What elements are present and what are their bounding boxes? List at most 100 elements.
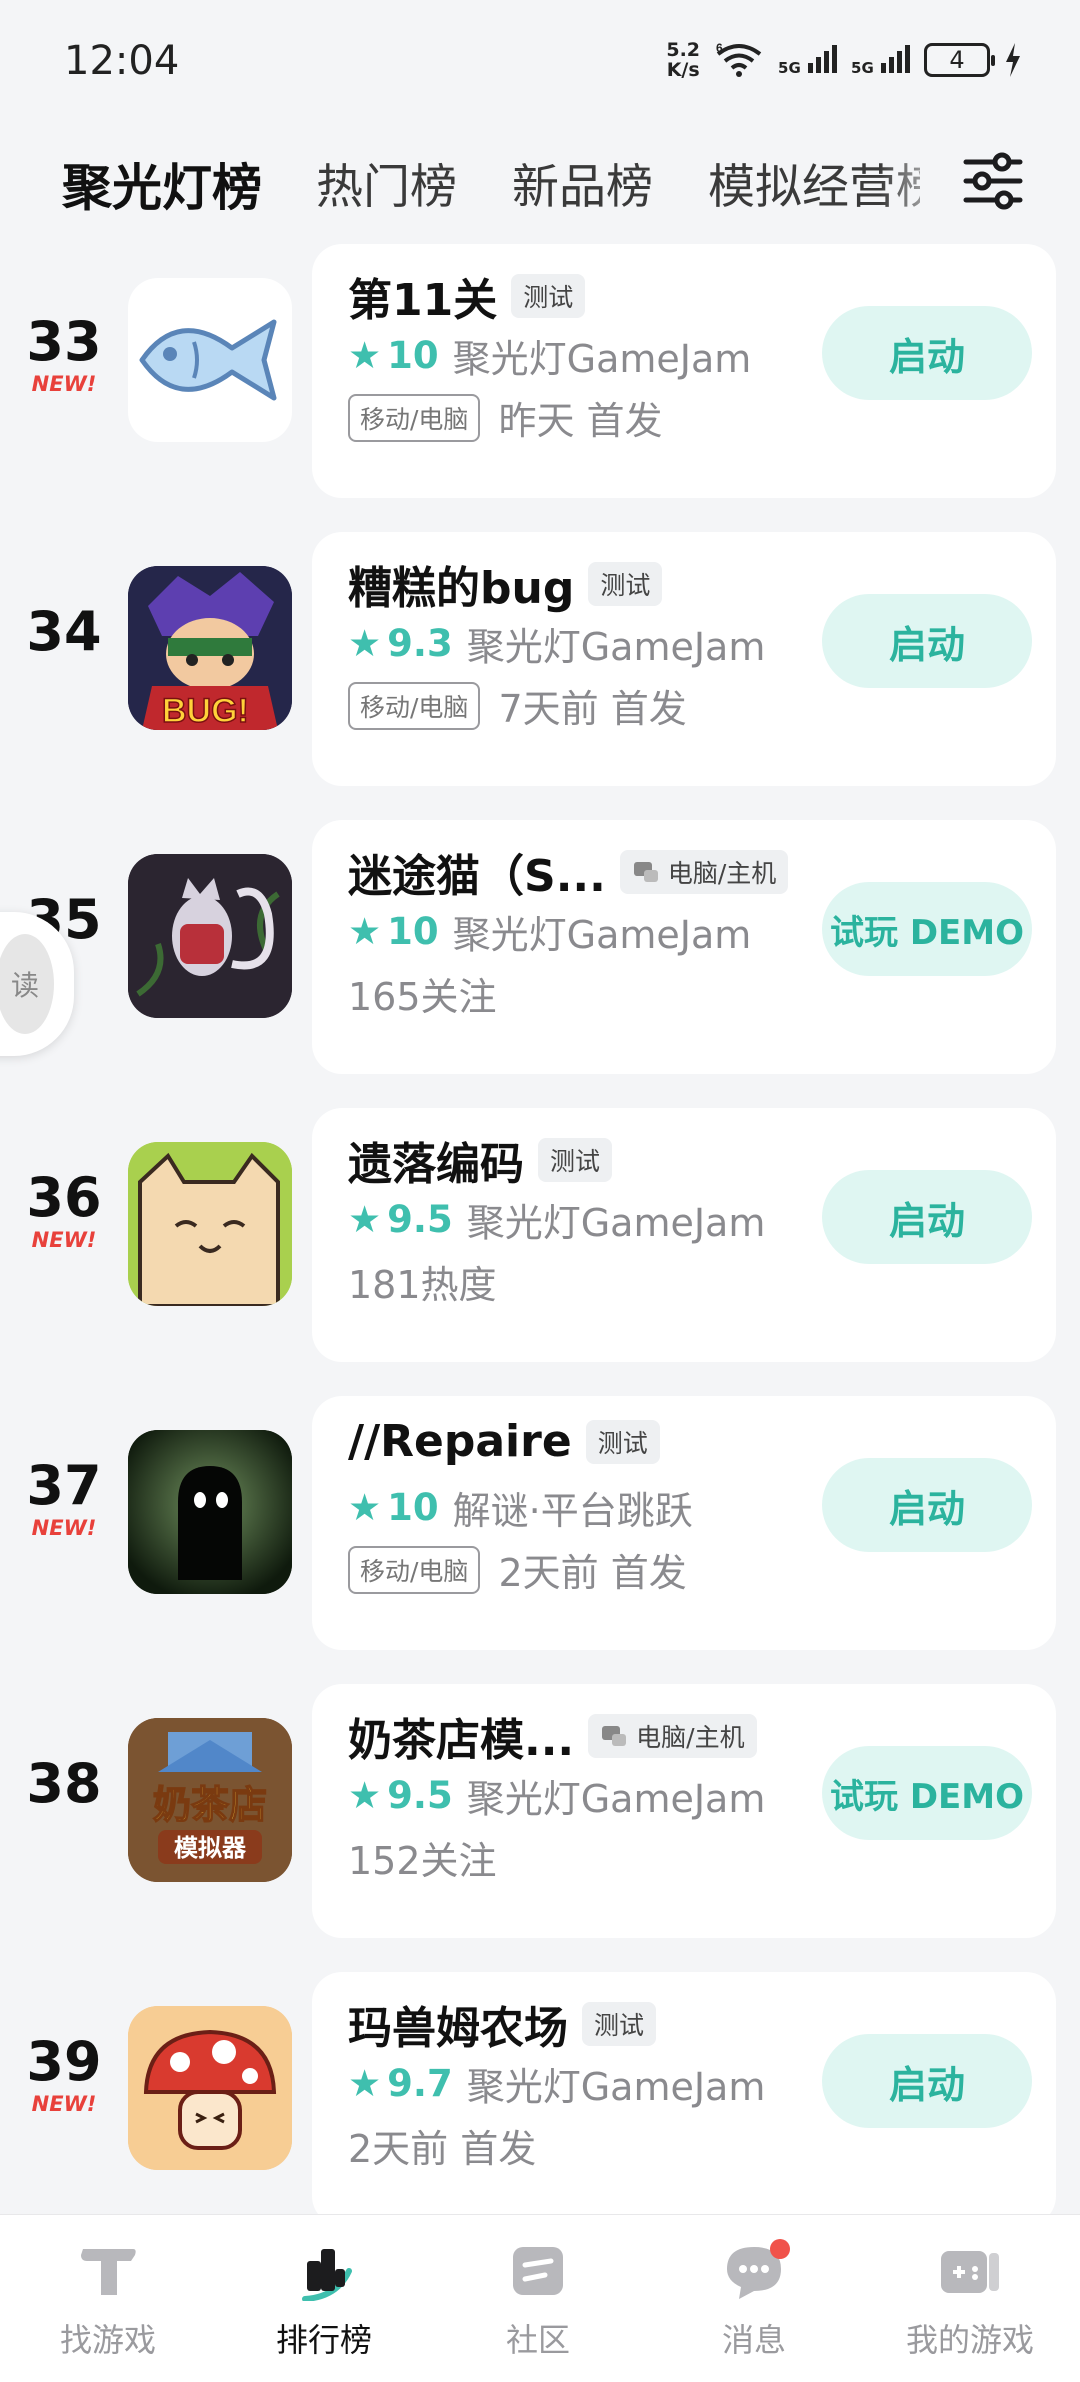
- test-badge: 测试: [582, 2002, 657, 2046]
- game-title: 第11关: [348, 275, 498, 326]
- game-card[interactable]: 遗落编码 测试 ★ 9.5 聚光灯GameJam 181热度 启动: [312, 1108, 1056, 1362]
- launch-button[interactable]: 启动: [822, 1458, 1032, 1552]
- svg-text:6: 6: [716, 42, 723, 55]
- game-card[interactable]: 奶茶店模... 电脑/主机 ★ 9.5 聚光灯GameJam 152关注 试玩 D…: [312, 1684, 1056, 1938]
- game-title: 玛兽姆农场: [348, 2003, 568, 2054]
- my-games-icon: [941, 2251, 999, 2293]
- rating: ★ 9.5: [348, 1198, 453, 1241]
- list-item[interactable]: 第11关 测试 ★ 10 聚光灯GameJam 移动/电脑 昨天 首发 启动 33…: [0, 244, 1080, 536]
- game-category: 聚光灯GameJam: [466, 2065, 766, 2109]
- network-speed: 5.2 K/s: [666, 39, 701, 81]
- followers-info: 152关注: [348, 1839, 497, 1883]
- tab-new[interactable]: 新品榜: [512, 148, 653, 217]
- release-info: 7天前 首发: [498, 687, 687, 731]
- platform-tag: 移动/电脑: [348, 1545, 481, 1594]
- game-category: 解谜·平台跳跃: [452, 1489, 693, 1533]
- demo-button[interactable]: 试玩 DEMO: [822, 1746, 1032, 1840]
- community-icon: [513, 2247, 563, 2295]
- svg-text:奶茶店: 奶茶店: [153, 1783, 267, 1827]
- game-card[interactable]: 糟糕的bug 测试 ★ 9.3 聚光灯GameJam 移动/电脑 7天前 首发 启…: [312, 532, 1056, 786]
- star-icon: ★: [348, 910, 382, 953]
- lost-cat-icon[interactable]: [128, 854, 292, 1018]
- console-icon: [633, 862, 658, 882]
- game-category: 聚光灯GameJam: [452, 337, 752, 381]
- game-title: //Repaire: [348, 1416, 572, 1467]
- find-games-icon: [81, 2249, 136, 2295]
- launch-button[interactable]: 启动: [822, 1170, 1032, 1264]
- rating: ★ 9.3: [348, 622, 453, 665]
- game-card[interactable]: 迷途猫（S... 电脑/主机 ★ 10 聚光灯GameJam 165关注 试玩 D…: [312, 820, 1056, 1074]
- rating: ★ 9.5: [348, 1774, 453, 1817]
- fish-icon[interactable]: [128, 278, 292, 442]
- platform-badge: 电脑/主机: [588, 1714, 757, 1758]
- cat-face-icon[interactable]: [128, 1142, 292, 1306]
- heat-info: 181热度: [348, 1263, 497, 1307]
- list-item[interactable]: 奶茶店模... 电脑/主机 ★ 9.5 聚光灯GameJam 152关注 试玩 D…: [0, 1684, 1080, 1976]
- release-info: 2天前 首发: [498, 1551, 687, 1595]
- ranking-icon: [302, 2249, 352, 2301]
- tab-hot[interactable]: 热门榜: [316, 148, 457, 217]
- nav-find-games[interactable]: 找游戏: [28, 2241, 188, 2361]
- mushroom-icon[interactable]: [128, 2006, 292, 2170]
- new-tag: NEW!: [31, 372, 97, 396]
- star-icon: ★: [348, 2062, 382, 2105]
- bug-hero-icon[interactable]: BUG!: [128, 566, 292, 730]
- charging-icon: [1006, 43, 1020, 77]
- bottom-nav: 找游戏 排行榜 社区 消息 我的游戏: [0, 2214, 1080, 2382]
- launch-button[interactable]: 启动: [822, 306, 1032, 400]
- star-icon: ★: [348, 1198, 382, 1241]
- rank-number: 33: [26, 310, 102, 373]
- list-item[interactable]: //Repaire 测试 ★ 10 解谜·平台跳跃 移动/电脑 2天前 首发 启动…: [0, 1396, 1080, 1688]
- platform-badge: 电脑/主机: [619, 850, 789, 894]
- platform-tag: 移动/电脑: [348, 681, 481, 730]
- read-icon: 读: [0, 934, 54, 1034]
- star-icon: ★: [348, 1486, 382, 1529]
- battery-icon: 4: [924, 43, 995, 77]
- new-tag: NEW!: [31, 1516, 97, 1540]
- game-title: 奶茶店模...: [348, 1715, 575, 1766]
- platform-tag: 移动/电脑: [348, 393, 481, 442]
- game-category: 聚光灯GameJam: [452, 913, 752, 957]
- ranking-tabs: 聚光灯榜 热门榜 新品榜 模拟经营榜: [0, 128, 1080, 248]
- game-card[interactable]: 第11关 测试 ★ 10 聚光灯GameJam 移动/电脑 昨天 首发 启动: [312, 244, 1056, 498]
- sliders-icon[interactable]: [960, 148, 1026, 214]
- game-title: 糟糕的bug: [348, 563, 575, 614]
- console-icon: [602, 1726, 627, 1746]
- tab-spotlight[interactable]: 聚光灯榜: [58, 148, 266, 220]
- new-tag: NEW!: [31, 2092, 97, 2116]
- signal-sim2-icon: 5G: [851, 43, 910, 77]
- nav-messages[interactable]: 消息: [674, 2239, 834, 2361]
- game-title: 迷途猫（S...: [348, 851, 606, 902]
- launch-button[interactable]: 启动: [822, 594, 1032, 688]
- star-icon: ★: [348, 622, 382, 665]
- tab-fade: [880, 138, 960, 228]
- test-badge: 测试: [585, 1419, 660, 1464]
- nav-community[interactable]: 社区: [458, 2241, 618, 2361]
- shadow-creature-icon[interactable]: [128, 1430, 292, 1594]
- rating: ★ 9.7: [348, 2062, 453, 2105]
- wifi-icon: 6: [716, 42, 762, 77]
- nav-ranking[interactable]: 排行榜: [244, 2241, 404, 2361]
- game-card[interactable]: 玛兽姆农场 测试 ★ 9.7 聚光灯GameJam 2天前 首发 启动: [312, 1972, 1056, 2226]
- test-badge: 测试: [538, 1138, 613, 1182]
- list-item[interactable]: 遗落编码 测试 ★ 9.5 聚光灯GameJam 181热度 启动 36 NEW!: [0, 1108, 1080, 1400]
- followers-info: 165关注: [348, 975, 497, 1019]
- test-badge: 测试: [511, 274, 586, 318]
- game-category: 聚光灯GameJam: [466, 625, 766, 669]
- rank-number: 34: [26, 600, 102, 663]
- game-card[interactable]: //Repaire 测试 ★ 10 解谜·平台跳跃 移动/电脑 2天前 首发 启动: [312, 1396, 1056, 1650]
- milk-tea-shop-icon[interactable]: 奶茶店 模拟器: [128, 1718, 292, 1882]
- rank-number: 36: [26, 1166, 102, 1229]
- list-item[interactable]: 迷途猫（S... 电脑/主机 ★ 10 聚光灯GameJam 165关注 试玩 D…: [0, 820, 1080, 1112]
- rank-number: 38: [26, 1752, 102, 1815]
- signal-sim1-icon: 5G: [778, 43, 838, 77]
- list-item[interactable]: 糟糕的bug 测试 ★ 9.3 聚光灯GameJam 移动/电脑 7天前 首发 启…: [0, 532, 1080, 824]
- star-icon: ★: [348, 1774, 382, 1817]
- demo-button[interactable]: 试玩 DEMO: [822, 882, 1032, 976]
- game-category: 聚光灯GameJam: [466, 1201, 766, 1245]
- rank-number: 37: [26, 1454, 102, 1517]
- launch-button[interactable]: 启动: [822, 2034, 1032, 2128]
- release-info: 2天前 首发: [348, 2127, 537, 2171]
- rank-number: 39: [26, 2030, 102, 2093]
- nav-my-games[interactable]: 我的游戏: [890, 2241, 1050, 2361]
